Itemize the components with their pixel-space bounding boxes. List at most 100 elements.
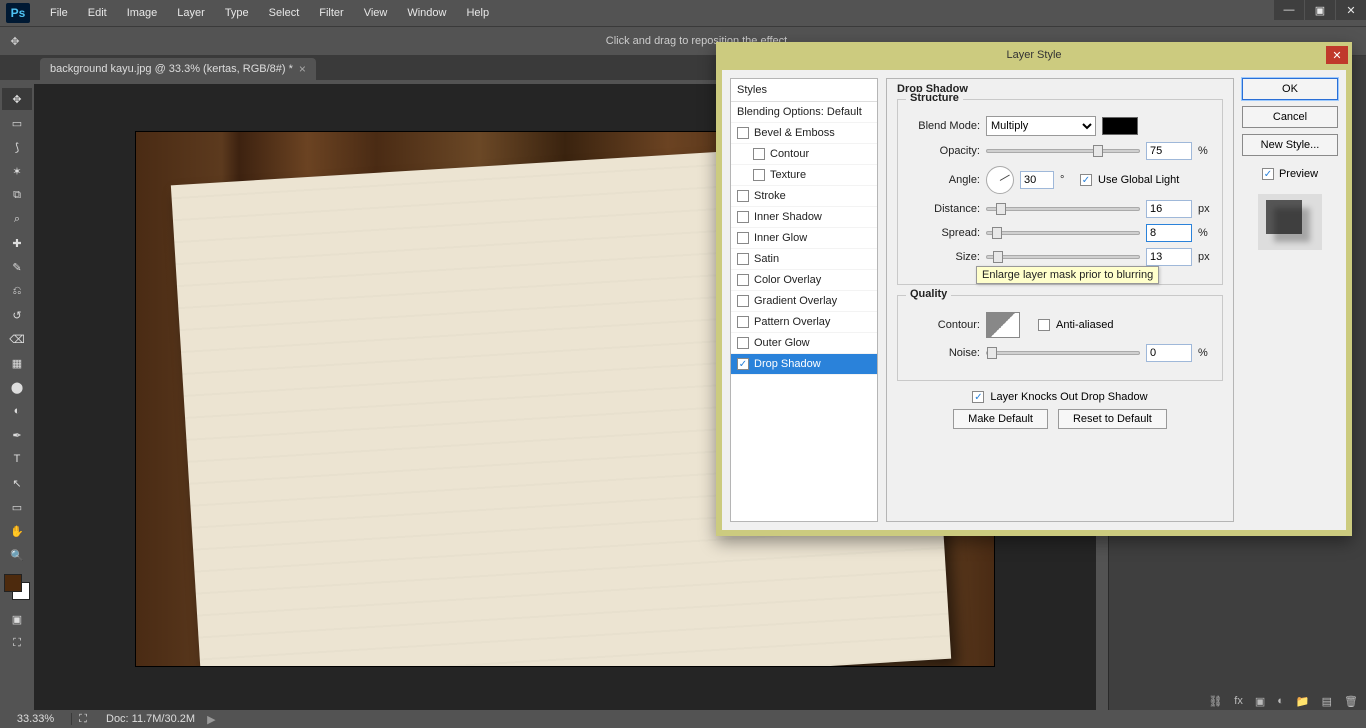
folder-icon[interactable]: 📁	[1296, 695, 1310, 708]
style-item-texture[interactable]: Texture	[731, 165, 877, 186]
screenmode-tool[interactable]: ⛶	[2, 632, 32, 654]
gradient-tool[interactable]: ▦	[2, 352, 32, 374]
opacity-slider[interactable]	[986, 149, 1140, 153]
trash-icon[interactable]: 🗑	[1344, 695, 1358, 708]
knocks-check[interactable]: ✓	[972, 391, 984, 403]
style-item-checkbox[interactable]	[737, 232, 749, 244]
move-tool[interactable]: ✥	[2, 88, 32, 110]
path-tool[interactable]: ↖	[2, 472, 32, 494]
fx-icon[interactable]: fx	[1234, 695, 1243, 708]
adjust-icon[interactable]: ◐	[1277, 695, 1284, 708]
marquee-tool[interactable]: ▭	[2, 112, 32, 134]
history-brush-tool[interactable]: ↺	[2, 304, 32, 326]
document-tab[interactable]: background kayu.jpg @ 33.3% (kertas, RGB…	[40, 58, 316, 80]
wand-tool[interactable]: ✶	[2, 160, 32, 182]
link-icon[interactable]: ⛓	[1208, 695, 1222, 708]
make-default-button[interactable]: Make Default	[953, 409, 1048, 429]
style-item-color-overlay[interactable]: Color Overlay	[731, 270, 877, 291]
preview-check[interactable]: ✓	[1262, 168, 1274, 180]
new-style-button[interactable]: New Style...	[1242, 134, 1338, 156]
close-tab-icon[interactable]: ×	[299, 62, 306, 76]
style-item-checkbox[interactable]	[737, 127, 749, 139]
pen-tool[interactable]: ✒	[2, 424, 32, 446]
shadow-color-swatch[interactable]	[1102, 117, 1138, 135]
style-item-stroke[interactable]: Stroke	[731, 186, 877, 207]
noise-slider[interactable]	[986, 351, 1140, 355]
menu-window[interactable]: Window	[397, 7, 456, 19]
maximize-button[interactable]: ▣	[1305, 0, 1335, 20]
blending-options[interactable]: Blending Options: Default	[731, 102, 877, 123]
size-slider[interactable]	[986, 255, 1140, 259]
eyedropper-tool[interactable]: ⌕	[2, 208, 32, 230]
menu-filter[interactable]: Filter	[309, 7, 353, 19]
stamp-tool[interactable]: ⎌	[2, 280, 32, 302]
styles-header[interactable]: Styles	[731, 79, 877, 102]
style-item-contour[interactable]: Contour	[731, 144, 877, 165]
angle-input[interactable]	[1020, 171, 1054, 189]
ok-button[interactable]: OK	[1242, 78, 1338, 100]
minimize-button[interactable]: —	[1274, 0, 1304, 20]
style-item-drop-shadow[interactable]: ✓Drop Shadow	[731, 354, 877, 375]
style-item-gradient-overlay[interactable]: Gradient Overlay	[731, 291, 877, 312]
antialiased-check[interactable]	[1038, 319, 1050, 331]
style-item-bevel-emboss[interactable]: Bevel & Emboss	[731, 123, 877, 144]
style-item-inner-shadow[interactable]: Inner Shadow	[731, 207, 877, 228]
style-item-inner-glow[interactable]: Inner Glow	[731, 228, 877, 249]
style-item-satin[interactable]: Satin	[731, 249, 877, 270]
eraser-tool[interactable]: ⌫	[2, 328, 32, 350]
cancel-button[interactable]: Cancel	[1242, 106, 1338, 128]
zoom-tool[interactable]: 🔍	[2, 544, 32, 566]
size-input[interactable]	[1146, 248, 1192, 266]
brush-tool[interactable]: ✎	[2, 256, 32, 278]
spread-input[interactable]	[1146, 224, 1192, 242]
style-item-checkbox[interactable]: ✓	[737, 358, 749, 370]
menu-image[interactable]: Image	[117, 7, 168, 19]
menu-type[interactable]: Type	[215, 7, 259, 19]
heal-tool[interactable]: ✚	[2, 232, 32, 254]
style-item-checkbox[interactable]	[753, 169, 765, 181]
style-item-checkbox[interactable]	[737, 295, 749, 307]
blur-tool[interactable]: ⬤	[2, 376, 32, 398]
style-item-checkbox[interactable]	[737, 337, 749, 349]
menu-help[interactable]: Help	[456, 7, 499, 19]
shape-tool[interactable]: ▭	[2, 496, 32, 518]
close-button[interactable]: ✕	[1336, 0, 1366, 20]
style-item-outer-glow[interactable]: Outer Glow	[731, 333, 877, 354]
distance-input[interactable]	[1146, 200, 1192, 218]
angle-dial[interactable]	[986, 166, 1014, 194]
mask-icon[interactable]: ▣	[1255, 695, 1265, 708]
contour-picker[interactable]	[986, 312, 1020, 338]
blendmode-select[interactable]: Multiply	[986, 116, 1096, 136]
menu-edit[interactable]: Edit	[78, 7, 117, 19]
menu-select[interactable]: Select	[259, 7, 310, 19]
noise-input[interactable]	[1146, 344, 1192, 362]
menu-file[interactable]: File	[40, 7, 78, 19]
statusbar-menu-icon[interactable]: ▶	[207, 713, 215, 726]
menu-view[interactable]: View	[354, 7, 398, 19]
style-item-checkbox[interactable]	[737, 274, 749, 286]
zoom-readout[interactable]: 33.33%	[0, 713, 72, 725]
dialog-titlebar[interactable]: Layer Style ✕	[716, 42, 1352, 68]
style-item-checkbox[interactable]	[753, 148, 765, 160]
new-layer-icon[interactable]: ▤	[1322, 695, 1332, 708]
move-tool-icon[interactable]: ✥	[0, 35, 30, 48]
style-item-pattern-overlay[interactable]: Pattern Overlay	[731, 312, 877, 333]
spread-slider[interactable]	[986, 231, 1140, 235]
statusbar-icon[interactable]: ⛶	[72, 713, 94, 726]
distance-slider[interactable]	[986, 207, 1140, 211]
global-light-check[interactable]: ✓	[1080, 174, 1092, 186]
lasso-tool[interactable]: ⟆	[2, 136, 32, 158]
reset-default-button[interactable]: Reset to Default	[1058, 409, 1167, 429]
opacity-input[interactable]	[1146, 142, 1192, 160]
style-item-checkbox[interactable]	[737, 211, 749, 223]
color-swatches[interactable]	[4, 574, 30, 600]
style-item-checkbox[interactable]	[737, 190, 749, 202]
crop-tool[interactable]: ⧉	[2, 184, 32, 206]
style-item-checkbox[interactable]	[737, 253, 749, 265]
type-tool[interactable]: T	[2, 448, 32, 470]
dialog-close-button[interactable]: ✕	[1326, 46, 1348, 64]
style-item-checkbox[interactable]	[737, 316, 749, 328]
hand-tool[interactable]: ✋	[2, 520, 32, 542]
dodge-tool[interactable]: ◐	[2, 400, 32, 422]
menu-layer[interactable]: Layer	[167, 7, 215, 19]
